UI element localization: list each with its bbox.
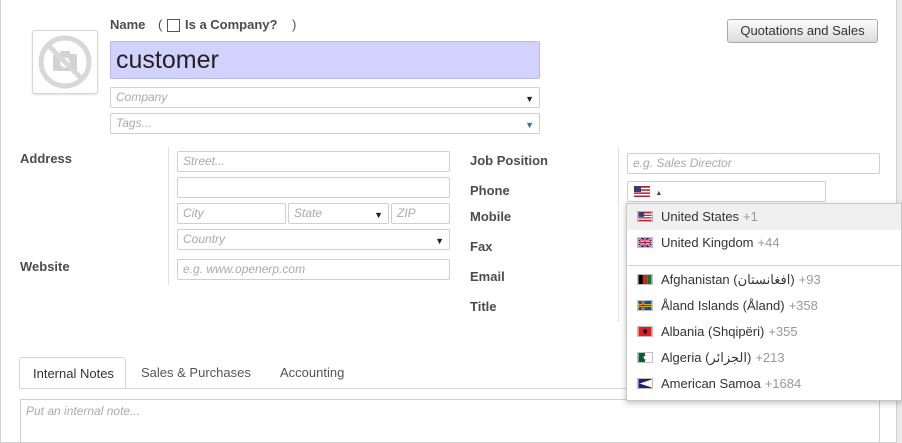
column-divider (168, 147, 169, 285)
country-option-name: Åland Islands (Åland) (661, 298, 785, 313)
partner-photo[interactable] (32, 30, 98, 94)
phone-label: Phone (470, 183, 510, 198)
phone-input[interactable]: ▲ (627, 181, 826, 202)
aland-flag-icon (637, 300, 653, 311)
country-option-dial: +93 (798, 272, 821, 287)
country-option-afghanistan[interactable]: Afghanistan (‫افغانستان‬‎) +93 (627, 267, 901, 293)
website-input[interactable]: e.g. www.openerp.com (177, 259, 450, 280)
zip-placeholder: ZIP (397, 206, 416, 220)
country-option-dial: +358 (788, 298, 818, 313)
tab-sales-purchases[interactable]: Sales & Purchases (128, 357, 264, 389)
camera-off-icon (38, 35, 92, 89)
american-samoa-flag-icon (637, 378, 653, 389)
country-option-american-samoa[interactable]: American Samoa +1684 (627, 371, 901, 397)
website-placeholder: e.g. www.openerp.com (183, 262, 306, 276)
country-option-dial: +44 (757, 235, 780, 250)
city-placeholder: City (183, 206, 204, 220)
website-label: Website (20, 259, 70, 274)
fax-label: Fax (470, 239, 493, 254)
email-label: Email (470, 269, 505, 284)
address-label: Address (20, 151, 73, 166)
quotations-and-sales-button[interactable]: Quotations and Sales (727, 19, 878, 43)
tab-internal-notes[interactable]: Internal Notes (19, 357, 126, 389)
country-select[interactable]: Country ▼ (177, 229, 450, 250)
country-option-albania[interactable]: Albania (Shqipëri) +355 (627, 319, 901, 345)
us-flag-icon (634, 186, 650, 197)
is-company-checkbox[interactable] (167, 19, 180, 32)
albania-flag-icon (637, 326, 653, 337)
tags-placeholder: Tags... (116, 116, 152, 130)
name-input[interactable]: customer (110, 41, 540, 79)
job-position-input[interactable]: e.g. Sales Director (627, 153, 880, 174)
us-flag-icon (637, 211, 653, 222)
zip-input[interactable]: ZIP (391, 203, 450, 224)
street-placeholder: Street... (183, 154, 226, 168)
country-option-united-states[interactable]: United States +1 (627, 204, 901, 230)
tags-input[interactable]: Tags... ▼ (110, 113, 540, 134)
mobile-label: Mobile (470, 209, 512, 224)
street-input[interactable]: Street... (177, 151, 450, 172)
country-option-dial: +1684 (764, 376, 802, 391)
company-select[interactable]: Company ▼ (110, 87, 540, 108)
notes-placeholder: Put an internal note... (26, 404, 141, 418)
afghanistan-flag-icon (637, 274, 653, 285)
city-input[interactable]: City (177, 203, 286, 224)
caret-up-icon: ▲ (655, 190, 663, 197)
country-option-dial: +355 (768, 324, 798, 339)
country-placeholder: Country (183, 232, 226, 246)
state-select[interactable]: State ▼ (288, 203, 389, 224)
country-option-united-kingdom[interactable]: United Kingdom +44 (627, 230, 901, 256)
country-option-dial: +213 (755, 350, 785, 365)
country-option-name: Albania (Shqipëri) (661, 324, 765, 339)
state-placeholder: State (294, 206, 323, 220)
algeria-flag-icon (637, 352, 653, 363)
is-company-label: Is a Company? (185, 17, 278, 32)
country-option-name: Algeria (‫الجزائر‬‎) (661, 350, 752, 365)
column-divider (618, 147, 619, 322)
job-position-placeholder: e.g. Sales Director (633, 156, 732, 170)
country-option-name: United Kingdom (661, 235, 754, 250)
is-company-close-paren: ) (292, 17, 297, 32)
country-option-name: American Samoa (661, 376, 761, 391)
chevron-down-icon: ▼ (525, 120, 534, 130)
country-option-algeria[interactable]: Algeria (‫الجزائر‬‎) +213 (627, 345, 901, 371)
chevron-down-icon: ▼ (374, 210, 383, 220)
country-option-name: United States (661, 209, 740, 224)
is-company-open-paren: ( (158, 17, 163, 32)
country-option-name: Afghanistan (‫افغانستان‬‎) (661, 272, 795, 287)
tab-accounting[interactable]: Accounting (267, 357, 357, 389)
street2-input[interactable] (177, 177, 450, 198)
uk-flag-icon (637, 237, 653, 248)
country-option-dial: +1 (743, 209, 758, 224)
chevron-down-icon: ▼ (435, 236, 444, 246)
internal-notes-textarea[interactable]: Put an internal note... (20, 399, 880, 443)
country-option-aland-islands[interactable]: Åland Islands (Åland) +358 (627, 293, 901, 319)
company-placeholder: Company (116, 90, 168, 104)
chevron-down-icon: ▼ (525, 94, 534, 104)
job-position-label: Job Position (470, 153, 548, 168)
country-code-dropdown[interactable]: United States +1 United Kingdom +44 Afghan… (626, 203, 902, 401)
title-label: Title (470, 299, 497, 314)
flag-selector[interactable]: ▲ (634, 186, 662, 201)
name-label: Name (110, 17, 146, 32)
dropdown-divider (627, 265, 901, 266)
